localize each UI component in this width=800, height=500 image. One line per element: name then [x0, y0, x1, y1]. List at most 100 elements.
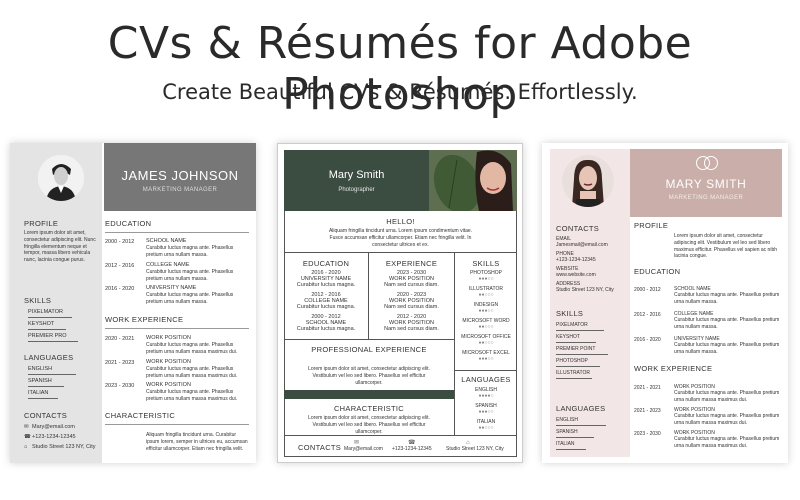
education-desc: Curabitur luctus magna ante. Phasellus p… — [674, 317, 780, 330]
language-item: ITALIAN — [28, 390, 49, 396]
language-rating: ●●●○○ — [478, 409, 494, 415]
profile-text: Lorem ipsum dolor sit amet, consectetur … — [24, 230, 96, 263]
portrait-photo — [429, 150, 517, 211]
language-rating: ●●○○○ — [478, 425, 494, 431]
skill-bar — [556, 342, 596, 343]
skill-item: PIXELMATOR — [556, 322, 588, 328]
language-bar — [28, 374, 76, 375]
profile-text: Lorem ipsum dolor sit amet, consectetur … — [674, 233, 778, 260]
portrait-image — [38, 155, 84, 201]
work-years: 2023 - 2030 — [634, 431, 661, 437]
skill-item: PHOTOSHOP — [556, 358, 588, 364]
work-desc: Curabitur luctus magna ante. Phasellus p… — [146, 342, 238, 355]
skill-item: PIXELMATOR — [28, 309, 63, 315]
work-heading: WORK EXPERIENCE — [105, 315, 184, 324]
contact-phone: +123-1234-12345 — [32, 434, 76, 440]
contact-website: www.website.com — [556, 272, 596, 278]
divider — [105, 232, 249, 233]
work-years: 2021 - 2021 — [634, 385, 661, 391]
contact-phone: +123-1234-12345 — [556, 257, 596, 263]
education-desc: Curabitur luctus magna. — [296, 282, 356, 288]
resume-role: MARKETING MANAGER — [668, 195, 744, 201]
skill-rating: ●●●○○ — [478, 276, 494, 282]
accent-bar — [284, 390, 454, 399]
contact-address: Studio Street 123 NY, City — [556, 287, 614, 293]
skill-item: ILLUSTRATOR — [556, 370, 590, 376]
hello-heading: HELLO! — [386, 217, 415, 226]
skill-rating: ●●○○○ — [478, 292, 494, 298]
contacts-heading: CONTACTS — [556, 224, 600, 233]
skill-rating: ●●○○○ — [478, 324, 494, 330]
divider — [284, 252, 517, 253]
education-desc: Curabitur luctus magna. — [296, 326, 356, 332]
work-heading: WORK EXPERIENCE — [634, 364, 713, 373]
language-item: ENGLISH — [28, 366, 53, 372]
monogram-icon — [694, 155, 720, 171]
education-years: 2000 - 2012 — [634, 287, 661, 293]
skill-item: KEYSHOT — [28, 321, 55, 327]
phone-icon: ☎ — [24, 434, 31, 440]
education-desc: Curabitur luctus magna ante. Phasellus p… — [146, 292, 234, 305]
skills-heading: SKILLS — [556, 309, 584, 318]
divider — [105, 424, 249, 425]
education-desc: Curabitur luctus magna ante. Phasellus p… — [674, 342, 780, 355]
divider — [454, 370, 517, 371]
avatar — [562, 155, 614, 207]
avatar — [38, 155, 84, 201]
education-years: 2016 - 2020 — [105, 286, 135, 292]
profile-heading: PROFILE — [24, 219, 59, 228]
skill-bar — [556, 354, 608, 355]
divider — [284, 339, 454, 340]
language-bar — [28, 386, 64, 387]
resume-name: JAMES JOHNSON — [121, 168, 239, 183]
languages-heading: LANGUAGES — [461, 375, 511, 384]
characteristic-text: Lorem ipsum dolor sit amet, consectetur … — [308, 415, 430, 435]
skill-item: KEYSHOT — [556, 334, 580, 340]
contact-email: Mary@email.com — [344, 446, 383, 452]
education-heading: EDUCATION — [302, 259, 350, 268]
skills-heading: SKILLS — [24, 296, 52, 305]
professional-heading: PROFESSIONAL EXPERIENCE — [311, 345, 427, 354]
languages-heading: LANGUAGES — [24, 353, 74, 362]
education-years: 2000 - 2012 — [105, 239, 135, 245]
characteristic-heading: CHARACTERISTIC — [333, 404, 405, 413]
skills-heading: SKILLS — [472, 259, 500, 268]
work-desc: Curabitur luctus magna ante. Phasellus p… — [146, 389, 238, 402]
work-years: 2021 - 2023 — [634, 408, 661, 414]
divider — [284, 435, 517, 436]
experience-heading: EXPERIENCE — [385, 259, 438, 268]
location-icon: ⌂ — [24, 444, 28, 450]
experience-desc: Nam sed cursus diam. — [384, 282, 439, 288]
resume-sheet-mary-smith-photographer: Mary Smith Photographer HELLO! Aliquam f… — [277, 143, 523, 463]
characteristic-heading: CHARACTERISTIC — [105, 411, 176, 420]
skill-item: PREMIER POINT — [556, 346, 596, 352]
language-item: SPANISH — [556, 429, 578, 435]
languages-heading: LANGUAGES — [556, 404, 606, 413]
resume-role: MARKETING MANAGER — [142, 187, 218, 193]
email-icon: ✉ — [24, 424, 29, 430]
skill-bar — [28, 317, 72, 318]
skill-bar — [28, 329, 66, 330]
profile-heading: PROFILE — [634, 221, 669, 230]
skill-bar — [556, 366, 600, 367]
contact-email: Mary@email.com — [32, 424, 75, 430]
contact-address: Studio Street 123 NY, City — [32, 444, 96, 450]
work-desc: Curabitur luctus magna ante. Phasellus p… — [146, 366, 238, 379]
language-bar — [28, 398, 58, 399]
resume-name: MARY SMITH — [665, 177, 747, 191]
experience-desc: Nam sed cursus diam. — [384, 326, 439, 332]
language-bar — [556, 437, 594, 438]
subline: Create Beautiful CVs & Résumés. Effortle… — [162, 80, 638, 104]
resume-sheet-mary-smith-manager: MARY SMITH MARKETING MANAGER CONTACTS EM… — [542, 143, 788, 463]
skill-rating: ●●●○○ — [478, 308, 494, 314]
work-years: 2023 - 2030 — [105, 383, 135, 389]
skill-bar — [28, 341, 78, 342]
hello-text: Aliquam fringilla tincidunt urna. Lorem … — [328, 228, 473, 248]
education-desc: Curabitur luctus magna. — [296, 304, 356, 310]
language-bar — [556, 449, 586, 450]
work-years: 2020 - 2021 — [105, 336, 135, 342]
education-heading: EDUCATION — [634, 267, 681, 276]
skill-item: PREMIER PRO — [28, 333, 67, 339]
resume-name: Mary Smith — [328, 169, 385, 181]
language-item: SPANISH — [28, 378, 52, 384]
